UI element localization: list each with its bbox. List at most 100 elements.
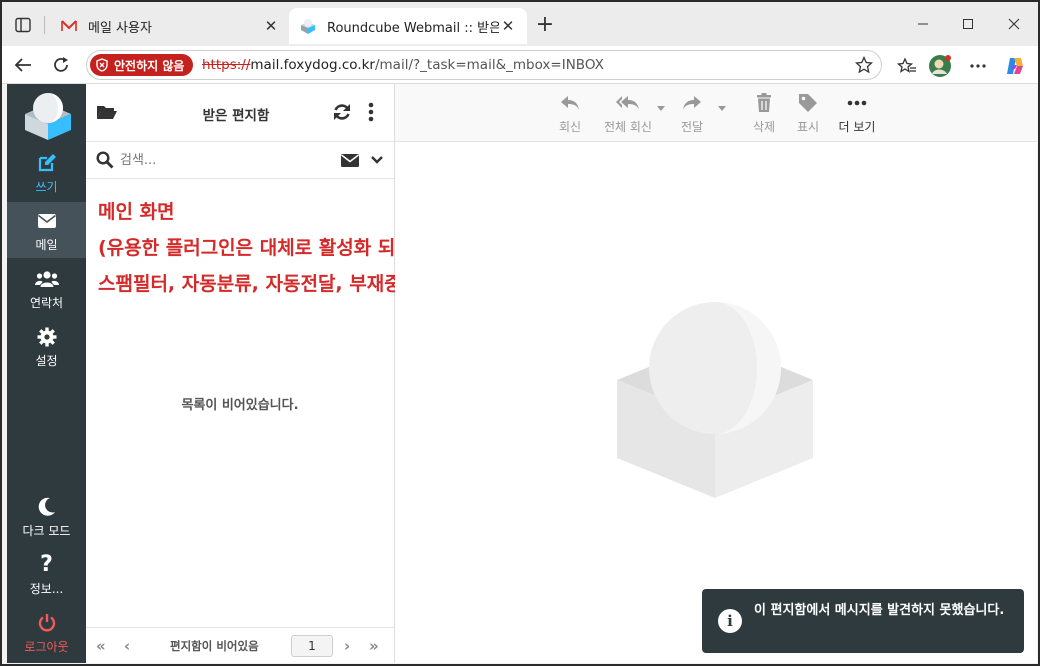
list-header: 받은 편지함	[86, 84, 394, 142]
folder-open-icon[interactable]	[96, 103, 118, 125]
url-bar[interactable]: 안전하지 않음 https://mail.foxydog.co.kr/mail/…	[86, 50, 882, 80]
envelope-icon	[7, 210, 86, 232]
notification-toast[interactable]: i 이 편지함에서 메시지를 발견하지 못했습니다.	[702, 589, 1024, 653]
delete-label: 삭제	[752, 120, 776, 134]
browser-window: 메일 사용자 ✕ Roundcube Webmail :: 받은 편지함 ✕ +	[0, 0, 1040, 666]
reply-button[interactable]: 회신	[555, 92, 585, 135]
warning-shield-icon	[96, 58, 108, 72]
tab-roundcube[interactable]: Roundcube Webmail :: 받은 편지함 ✕	[289, 8, 527, 44]
forward-button[interactable]: 전달	[677, 92, 707, 135]
envelope-filter-icon[interactable]	[340, 153, 360, 172]
more-menu-icon[interactable]	[966, 54, 990, 78]
reload-icon[interactable]	[48, 52, 74, 78]
tab-mail-users[interactable]: 메일 사용자 ✕	[50, 8, 290, 44]
vertical-dots-icon[interactable]	[368, 102, 374, 126]
roundcube-app: 쓰기 메일 연락처 설정 다크 모드 ? 정보... 로그아웃 받은 편지함 검…	[7, 84, 1037, 663]
tab-title: Roundcube Webmail :: 받은 편지함	[327, 20, 499, 36]
empty-list-message: 목록이 비어있습니다.	[181, 398, 299, 413]
compose-icon	[7, 152, 86, 174]
reply-all-icon	[599, 92, 657, 114]
toast-message: 이 편지함에서 메시지를 발견하지 못했습니다.	[754, 603, 1005, 618]
refresh-icon[interactable]	[332, 102, 352, 126]
sidebar-item-label: 연락처	[29, 296, 64, 310]
previous-page-icon[interactable]: ‹	[124, 637, 130, 655]
gear-icon	[7, 326, 86, 348]
message-toolbar: 회신 전체 회신 전달 삭제 표시 더 보기	[395, 84, 1037, 142]
delete-button[interactable]: 삭제	[749, 92, 779, 135]
trash-icon	[749, 92, 779, 114]
moon-icon	[7, 496, 86, 518]
sidebar-item-contacts[interactable]: 연락처	[7, 260, 86, 316]
profile-avatar[interactable]	[928, 54, 952, 78]
sidebar-item-label: 설정	[35, 354, 58, 368]
address-bar: 안전하지 않음 https://mail.foxydog.co.kr/mail/…	[2, 46, 1038, 84]
sidebar-item-label: 메일	[35, 238, 58, 252]
reply-all-label: 전체 회신	[604, 120, 652, 134]
minimize-icon[interactable]	[908, 12, 938, 36]
forward-dropdown-icon[interactable]	[718, 106, 726, 111]
roundcube-favicon-icon	[299, 17, 317, 35]
folder-title: 받은 편지함	[202, 108, 270, 124]
close-tab-icon[interactable]: ✕	[499, 17, 517, 35]
close-tab-icon[interactable]: ✕	[262, 17, 280, 35]
search-input[interactable]	[120, 149, 330, 171]
url-host: mail.foxydog.co.kr	[250, 57, 375, 73]
sidebar-item-mail[interactable]: 메일	[7, 202, 86, 258]
copilot-icon[interactable]	[1003, 54, 1027, 78]
power-icon	[7, 612, 86, 634]
sidebar-item-label: 쓰기	[35, 180, 58, 194]
favorite-star-icon[interactable]	[854, 55, 874, 74]
roundcube-logo[interactable]	[21, 88, 75, 142]
insecure-label: 안전하지 않음	[114, 58, 185, 73]
sidebar-item-about[interactable]: ? 정보...	[7, 546, 86, 602]
chevron-down-icon[interactable]	[370, 154, 384, 169]
sidebar-toggle-icon[interactable]	[12, 14, 34, 36]
question-icon: ?	[40, 552, 53, 577]
back-icon[interactable]	[10, 52, 36, 78]
page-number-input[interactable]: 1	[291, 635, 333, 657]
mark-label: 표시	[796, 120, 820, 134]
users-icon	[7, 268, 86, 290]
tab-title: 메일 사용자	[88, 20, 152, 36]
message-content-pane: 회신 전체 회신 전달 삭제 표시 더 보기	[395, 84, 1037, 663]
search-icon[interactable]	[96, 151, 114, 173]
reply-all-dropdown-icon[interactable]	[657, 106, 665, 111]
sidebar-item-label: 로그아웃	[24, 640, 69, 654]
search-bar	[86, 142, 394, 179]
tab-separator	[44, 16, 45, 34]
roundcube-watermark-icon	[617, 302, 813, 498]
url-scheme: https://	[202, 57, 251, 73]
sidebar-item-settings[interactable]: 설정	[7, 318, 86, 374]
sidebar-item-label: 정보...	[29, 582, 64, 596]
url-text: https://mail.foxydog.co.kr/mail/?_task=m…	[202, 57, 604, 73]
message-list-pane: 받은 편지함 메	[86, 84, 652, 663]
close-window-icon[interactable]	[999, 12, 1029, 36]
horizontal-dots-icon	[835, 92, 879, 114]
last-page-icon[interactable]: »	[369, 637, 379, 655]
tag-icon	[793, 92, 823, 114]
favorites-icon[interactable]	[895, 54, 919, 78]
reply-label: 회신	[558, 120, 582, 134]
reply-all-button[interactable]: 전체 회신	[599, 92, 657, 135]
app-sidebar: 쓰기 메일 연락처 설정 다크 모드 ? 정보... 로그아웃	[7, 84, 86, 663]
reply-icon	[555, 92, 585, 114]
sidebar-item-compose[interactable]: 쓰기	[7, 144, 86, 200]
forward-icon	[677, 92, 707, 114]
url-path: /mail/?_task=mail&_mbox=INBOX	[374, 57, 604, 73]
mark-button[interactable]: 표시	[793, 92, 823, 135]
mail-favicon-icon	[60, 17, 78, 35]
new-tab-icon[interactable]: +	[533, 14, 557, 38]
more-button[interactable]: 더 보기	[835, 92, 879, 135]
first-page-icon[interactable]: «	[96, 637, 106, 655]
sidebar-item-darkmode[interactable]: 다크 모드	[7, 488, 86, 544]
info-icon: i	[718, 609, 742, 633]
forward-label: 전달	[680, 120, 704, 134]
sidebar-item-label: 다크 모드	[22, 524, 71, 538]
list-pager: « ‹ 편지함이 비어있음 1 › »	[86, 627, 394, 663]
insecure-badge[interactable]: 안전하지 않음	[90, 54, 194, 76]
maximize-icon[interactable]	[953, 12, 983, 36]
pager-status: 편지함이 비어있음	[170, 639, 259, 653]
sidebar-item-logout[interactable]: 로그아웃	[7, 604, 86, 660]
tab-strip: 메일 사용자 ✕ Roundcube Webmail :: 받은 편지함 ✕ +	[2, 2, 1038, 46]
next-page-icon[interactable]: ›	[344, 637, 350, 655]
